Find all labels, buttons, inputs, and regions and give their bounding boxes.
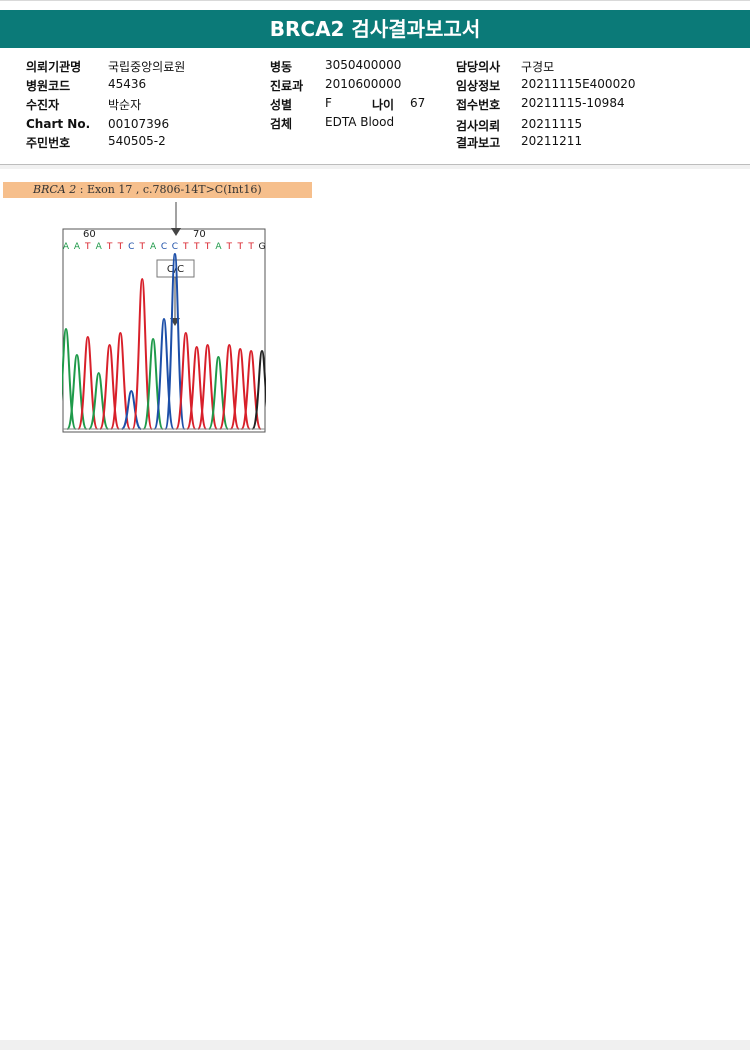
specimen-label: 검체 xyxy=(270,117,293,131)
sex-label: 성별 xyxy=(270,98,293,112)
report-date-value: 20211211 xyxy=(521,134,583,148)
position-label-70: 70 xyxy=(193,229,206,240)
request-date-label: 검사의뢰 xyxy=(456,119,501,133)
top-border xyxy=(0,0,750,1)
accession-no-label: 접수번호 xyxy=(456,98,501,112)
requesting-institution-label: 의뢰기관명 xyxy=(26,60,82,74)
ward-label: 병동 xyxy=(270,60,293,74)
hospital-code-label: 병원코드 xyxy=(26,79,71,93)
base-call-11: T xyxy=(182,242,189,252)
department-value: 2010600000 xyxy=(325,77,402,91)
variant-gene: BRCA 2 xyxy=(33,183,77,196)
base-call-8: A xyxy=(150,242,157,252)
base-call-0: A xyxy=(63,242,70,252)
clinical-info-value: 20211115E400020 xyxy=(521,77,636,91)
base-call-17: T xyxy=(247,242,254,252)
report-date-label: 결과보고 xyxy=(456,136,501,150)
position-label-60: 60 xyxy=(83,229,96,240)
base-call-3: A xyxy=(96,242,103,252)
base-call-5: T xyxy=(117,242,124,252)
chart-no-label: Chart No. xyxy=(26,117,91,131)
chromatogram-svg: 60 70 AATATTCTACCTTTATTTG C/C xyxy=(55,202,273,433)
physician-label: 담당의사 xyxy=(456,60,501,74)
variant-label: BRCA 2 : Exon 17 , c.7806-14T>C(Int16) xyxy=(3,182,312,198)
department-label: 진료과 xyxy=(270,79,304,93)
base-call-12: T xyxy=(193,242,200,252)
base-call-18: G xyxy=(259,242,266,252)
age-label: 나이 xyxy=(372,98,395,112)
base-call-7: T xyxy=(138,242,145,252)
hospital-code-value: 45436 xyxy=(108,77,147,91)
base-call-9: C xyxy=(161,242,167,252)
requesting-institution-value: 국립중앙의료원 xyxy=(108,60,186,74)
request-date-value: 20211115 xyxy=(521,117,583,131)
recipient-value: 박순자 xyxy=(108,98,142,112)
variant-separator: : xyxy=(76,183,87,196)
base-call-1: A xyxy=(74,242,81,252)
sequence-chromatogram: 60 70 AATATTCTACCTTTATTTG C/C xyxy=(55,200,273,436)
ward-value: 3050400000 xyxy=(325,58,402,72)
base-call-14: A xyxy=(215,242,222,252)
physician-value: 구경모 xyxy=(521,60,555,74)
sex-value: F xyxy=(325,96,332,110)
base-call-15: T xyxy=(226,242,233,252)
specimen-value: EDTA Blood xyxy=(325,115,395,129)
accession-no-value: 20211115-10984 xyxy=(521,96,625,110)
bottom-band xyxy=(0,1040,750,1050)
info-divider-shadow xyxy=(0,165,750,169)
chart-no-value: 00107396 xyxy=(108,117,170,131)
base-call-6: C xyxy=(128,242,134,252)
base-call-13: T xyxy=(204,242,211,252)
recipient-label: 수진자 xyxy=(26,98,60,112)
age-value: 67 xyxy=(410,96,426,110)
variant-description: Exon 17 , c.7806-14T>C(Int16) xyxy=(86,183,262,196)
resident-no-value: 540505-2 xyxy=(108,134,166,148)
patient-info-section: 의뢰기관명 국립중앙의료원 병원코드 45436 수진자 박순자 Chart N… xyxy=(0,56,750,156)
resident-no-label: 주민번호 xyxy=(26,136,71,150)
base-call-2: T xyxy=(84,242,91,252)
base-call-4: T xyxy=(106,242,113,252)
base-call-10: C xyxy=(172,242,178,252)
base-call-16: T xyxy=(236,242,243,252)
clinical-info-label: 임상정보 xyxy=(456,79,501,93)
report-title: BRCA2 검사결과보고서 xyxy=(0,10,750,48)
